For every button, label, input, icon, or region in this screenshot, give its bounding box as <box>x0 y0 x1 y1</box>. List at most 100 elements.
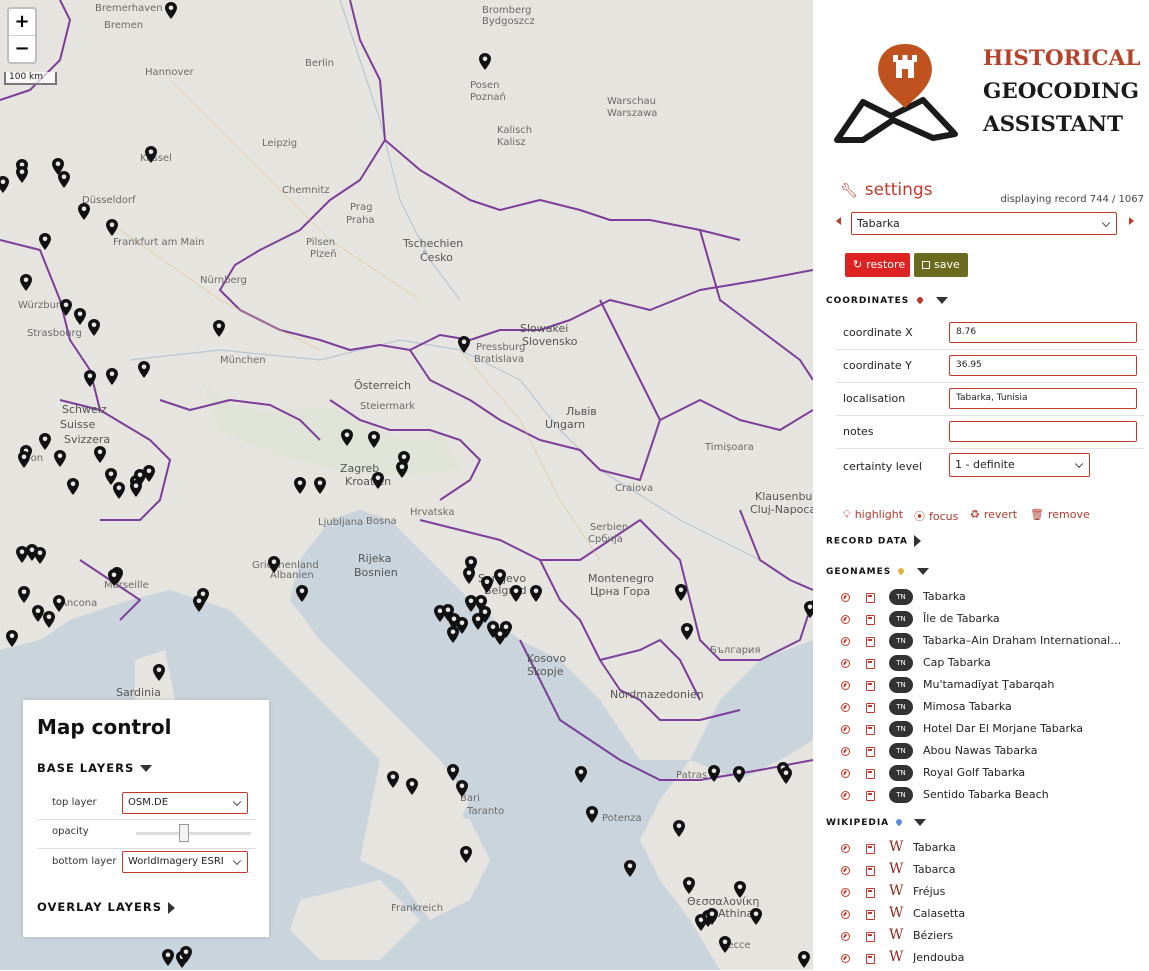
save-icon[interactable] <box>866 637 875 647</box>
map-marker-icon[interactable] <box>113 482 125 499</box>
map-marker-icon[interactable] <box>162 949 174 966</box>
map-marker-icon[interactable] <box>294 477 306 494</box>
map-marker-icon[interactable] <box>67 478 79 495</box>
map-marker-icon[interactable] <box>341 429 353 446</box>
map-view[interactable]: Bremerhaven Bremen Bromberg Bydgoszcz Ha… <box>0 0 813 970</box>
opacity-slider-thumb[interactable] <box>179 824 189 842</box>
list-item[interactable]: TN Mu'tamadīyat Ţabarqah <box>841 676 1141 698</box>
list-item[interactable]: W Tabarca <box>841 861 1141 883</box>
focus-icon[interactable] <box>841 659 850 668</box>
focus-icon[interactable] <box>841 703 850 712</box>
map-marker-icon[interactable] <box>84 370 96 387</box>
map-marker-icon[interactable] <box>368 431 380 448</box>
focus-icon[interactable] <box>841 769 850 778</box>
bottom-layer-select[interactable]: WorldImagery ESRI <box>122 851 248 873</box>
list-item[interactable]: TN Mimosa Tabarka <box>841 698 1141 720</box>
list-item[interactable]: W Jendouba <box>841 949 1141 971</box>
map-marker-icon[interactable] <box>53 595 65 612</box>
map-marker-icon[interactable] <box>88 319 100 336</box>
map-marker-icon[interactable] <box>268 556 280 573</box>
save-icon[interactable] <box>866 932 875 942</box>
map-marker-icon[interactable] <box>734 881 746 898</box>
focus-icon[interactable] <box>841 615 850 624</box>
map-marker-icon[interactable] <box>673 820 685 837</box>
map-marker-icon[interactable] <box>16 166 28 183</box>
map-marker-icon[interactable] <box>387 771 399 788</box>
map-marker-icon[interactable] <box>458 336 470 353</box>
map-marker-icon[interactable] <box>60 299 72 316</box>
map-marker-icon[interactable] <box>456 780 468 797</box>
map-marker-icon[interactable] <box>675 584 687 601</box>
map-marker-icon[interactable] <box>106 368 118 385</box>
map-marker-icon[interactable] <box>108 569 120 586</box>
map-marker-icon[interactable] <box>780 767 792 784</box>
map-marker-icon[interactable] <box>530 585 542 602</box>
focus-icon[interactable] <box>841 593 850 602</box>
focus-icon[interactable] <box>841 910 850 919</box>
geonames-toggle[interactable]: GEONAMES <box>826 566 929 577</box>
list-item[interactable]: TN Sentido Tabarka Beach <box>841 786 1141 808</box>
map-marker-icon[interactable] <box>145 146 157 163</box>
map-marker-icon[interactable] <box>18 586 30 603</box>
save-icon[interactable] <box>866 747 875 757</box>
map-marker-icon[interactable] <box>180 946 192 963</box>
map-marker-icon[interactable] <box>494 569 506 586</box>
coordinates-toggle[interactable]: COORDINATES <box>826 295 948 306</box>
save-icon[interactable] <box>866 725 875 735</box>
map-marker-icon[interactable] <box>460 846 472 863</box>
map-marker-icon[interactable] <box>43 611 55 628</box>
map-marker-icon[interactable] <box>106 219 118 236</box>
save-icon[interactable] <box>866 844 875 854</box>
map-marker-icon[interactable] <box>314 477 326 494</box>
map-marker-icon[interactable] <box>138 361 150 378</box>
map-marker-icon[interactable] <box>130 480 142 497</box>
focus-icon[interactable] <box>841 866 850 875</box>
coordinate-x-input[interactable]: 8.76 <box>949 322 1137 343</box>
list-item[interactable]: W Fréjus <box>841 883 1141 905</box>
save-button[interactable]: save <box>914 253 968 277</box>
save-icon[interactable] <box>866 769 875 779</box>
previous-record-icon[interactable] <box>836 217 841 225</box>
save-icon[interactable] <box>866 791 875 801</box>
map-marker-icon[interactable] <box>463 567 475 584</box>
map-marker-icon[interactable] <box>447 764 459 781</box>
map-marker-icon[interactable] <box>396 461 408 478</box>
list-item[interactable]: W Tabarka <box>841 839 1141 861</box>
map-marker-icon[interactable] <box>213 320 225 337</box>
list-item[interactable]: TN Abou Nawas Tabarka <box>841 742 1141 764</box>
save-icon[interactable] <box>866 888 875 898</box>
map-marker-icon[interactable] <box>143 465 155 482</box>
map-marker-icon[interactable] <box>58 171 70 188</box>
record-select[interactable]: Tabarka <box>851 212 1117 235</box>
map-marker-icon[interactable] <box>681 623 693 640</box>
map-marker-icon[interactable] <box>39 433 51 450</box>
map-marker-icon[interactable] <box>6 630 18 647</box>
base-layers-toggle[interactable]: BASE LAYERS <box>37 761 153 775</box>
overlay-layers-toggle[interactable]: OVERLAY LAYERS <box>37 900 175 914</box>
list-item[interactable]: TN Tabarka <box>841 588 1141 610</box>
map-marker-icon[interactable] <box>798 951 810 968</box>
focus-action[interactable]: ⦿ focus <box>914 508 958 524</box>
list-item[interactable]: TN Île de Tabarka <box>841 610 1141 632</box>
focus-icon[interactable] <box>841 791 850 800</box>
list-item[interactable]: W Calasetta <box>841 905 1141 927</box>
map-marker-icon[interactable] <box>39 233 51 250</box>
map-marker-icon[interactable] <box>708 765 720 782</box>
map-marker-icon[interactable] <box>406 778 418 795</box>
focus-icon[interactable] <box>841 637 850 646</box>
zoom-out-button[interactable]: − <box>9 35 35 62</box>
save-icon[interactable] <box>866 615 875 625</box>
map-marker-icon[interactable] <box>74 308 86 325</box>
map-marker-icon[interactable] <box>575 766 587 783</box>
map-marker-icon[interactable] <box>34 547 46 564</box>
map-marker-icon[interactable] <box>153 664 165 681</box>
map-marker-icon[interactable] <box>193 595 205 612</box>
save-icon[interactable] <box>866 703 875 713</box>
map-marker-icon[interactable] <box>165 2 177 19</box>
focus-icon[interactable] <box>841 844 850 853</box>
map-marker-icon[interactable] <box>500 621 512 638</box>
list-item[interactable]: W Béziers <box>841 927 1141 949</box>
list-item[interactable]: TN Hotel Dar El Morjane Tabarka <box>841 720 1141 742</box>
focus-icon[interactable] <box>841 747 850 756</box>
map-marker-icon[interactable] <box>683 877 695 894</box>
